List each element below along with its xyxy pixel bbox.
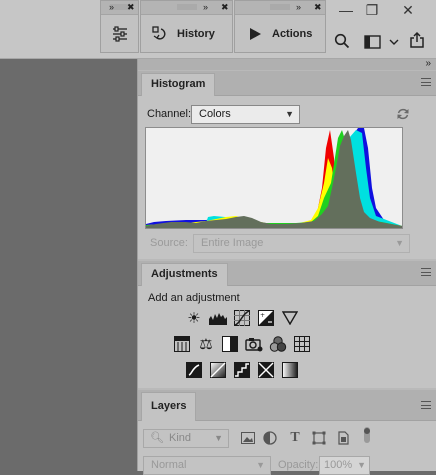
adjustments-panel: Adjustments Add an adjustment ☀ + ⚖ (138, 261, 436, 388)
type-layer-filter-icon[interactable]: T (287, 430, 303, 446)
curves-icon[interactable] (233, 309, 251, 327)
color-lookup-icon[interactable] (293, 335, 311, 353)
tab-histogram[interactable]: Histogram (141, 73, 216, 96)
tab-layers[interactable]: Layers (141, 392, 197, 421)
vibrance-icon[interactable] (281, 309, 299, 327)
restore-button[interactable]: ❐ (357, 0, 387, 20)
channel-select[interactable]: Colors ▼ (191, 105, 300, 124)
color-balance-icon[interactable]: ⚖ (197, 335, 215, 353)
adjustments-tab-row: Adjustments (138, 261, 436, 286)
black-white-icon[interactable] (221, 335, 239, 353)
opacity-label: Opacity: (278, 459, 319, 471)
threshold-icon[interactable] (233, 361, 251, 379)
share-icon[interactable] (409, 31, 425, 49)
collapse-panel-icon[interactable]: » (203, 2, 208, 12)
invert-icon[interactable] (185, 361, 203, 379)
panel-grip[interactable] (235, 1, 325, 15)
hue-saturation-icon[interactable] (173, 335, 191, 353)
channel-label: Channel: (147, 108, 192, 120)
floating-actions-panel: » ✖ Actions (234, 0, 326, 53)
chevron-down-icon: ▼ (285, 109, 294, 119)
close-panel-icon[interactable]: ✖ (314, 2, 322, 12)
panel-menu-icon[interactable] (421, 268, 431, 276)
layer-kind-filter[interactable]: 🔍︎ Kind ▼ (143, 429, 229, 448)
layers-panel: Layers 🔍︎ Kind ▼ T Normal ▼ Opacity: 100… (138, 390, 436, 475)
levels-icon[interactable] (209, 309, 227, 327)
source-value: Entire Image (201, 237, 264, 249)
close-window-button[interactable]: ✕ (393, 0, 423, 20)
adjustment-layer-filter-icon[interactable] (262, 430, 278, 446)
adjustments-subtitle: Add an adjustment (148, 292, 240, 304)
history-label: History (177, 27, 215, 40)
actions-button[interactable]: Actions (235, 15, 325, 52)
shape-layer-filter-icon[interactable] (311, 430, 327, 446)
close-panel-icon[interactable]: ✖ (221, 2, 229, 12)
opacity-value: 100% (324, 459, 353, 471)
chevron-down-icon: ▼ (256, 460, 265, 470)
document-canvas-area[interactable] (0, 59, 137, 471)
play-icon (247, 26, 263, 42)
floating-properties-panel: » ✖ (100, 0, 139, 53)
panel-grip[interactable] (141, 1, 232, 15)
photo-filter-icon[interactable] (245, 335, 263, 353)
history-icon (151, 25, 169, 43)
gradient-map-icon[interactable] (281, 361, 299, 379)
brightness-contrast-icon[interactable]: ☀ (185, 309, 203, 327)
properties-sliders-icon[interactable] (111, 25, 129, 43)
search-icon: 🔍︎ (150, 432, 164, 444)
opacity-input[interactable]: 100% ▼ (319, 456, 370, 475)
channel-value: Colors (199, 108, 231, 120)
search-icon[interactable] (334, 33, 350, 49)
panel-dock: » Histogram Channel: Colors ▼ Source: En… (137, 58, 436, 475)
chevron-down-icon: ▼ (395, 238, 404, 248)
histogram-panel: Histogram Channel: Colors ▼ Source: Enti… (138, 71, 436, 259)
collapse-dock-icon[interactable]: » (425, 58, 431, 69)
histogram-tab-row: Histogram (138, 71, 436, 96)
panel-menu-icon[interactable] (421, 401, 431, 409)
collapse-panel-icon[interactable]: » (296, 2, 301, 12)
blend-mode-select[interactable]: Normal ▼ (143, 456, 271, 475)
actions-label: Actions (272, 27, 313, 40)
tab-adjustments[interactable]: Adjustments (141, 263, 228, 286)
panel-menu-icon[interactable] (421, 78, 431, 86)
pixel-layer-filter-icon[interactable] (240, 430, 256, 446)
posterize-icon[interactable] (209, 361, 227, 379)
smart-object-filter-icon[interactable] (335, 430, 351, 446)
selective-color-icon[interactable] (257, 361, 275, 379)
source-select[interactable]: Entire Image ▼ (193, 234, 410, 253)
collapse-panel-icon[interactable]: » (109, 2, 114, 12)
exposure-icon[interactable]: + (257, 309, 275, 327)
workspace-icon[interactable] (364, 35, 382, 49)
svg-text:+: + (260, 312, 265, 319)
filter-toggle-icon[interactable] (359, 427, 375, 443)
chevron-down-icon: ▼ (214, 433, 223, 443)
close-panel-icon[interactable]: ✖ (127, 2, 135, 12)
dock-header: » (138, 58, 436, 70)
channel-mixer-icon[interactable] (269, 335, 287, 353)
workspace-chevron-down-icon[interactable] (389, 37, 399, 45)
refresh-icon[interactable] (396, 107, 410, 121)
layers-tab-row: Layers (138, 390, 436, 421)
blend-mode-value: Normal (151, 459, 187, 471)
history-button[interactable]: History (141, 15, 232, 52)
kind-placeholder: Kind (169, 432, 192, 444)
floating-history-panel: » ✖ History (140, 0, 233, 53)
chevron-down-icon: ▼ (357, 460, 366, 470)
source-label: Source: (150, 237, 188, 249)
histogram-graph (145, 127, 403, 229)
